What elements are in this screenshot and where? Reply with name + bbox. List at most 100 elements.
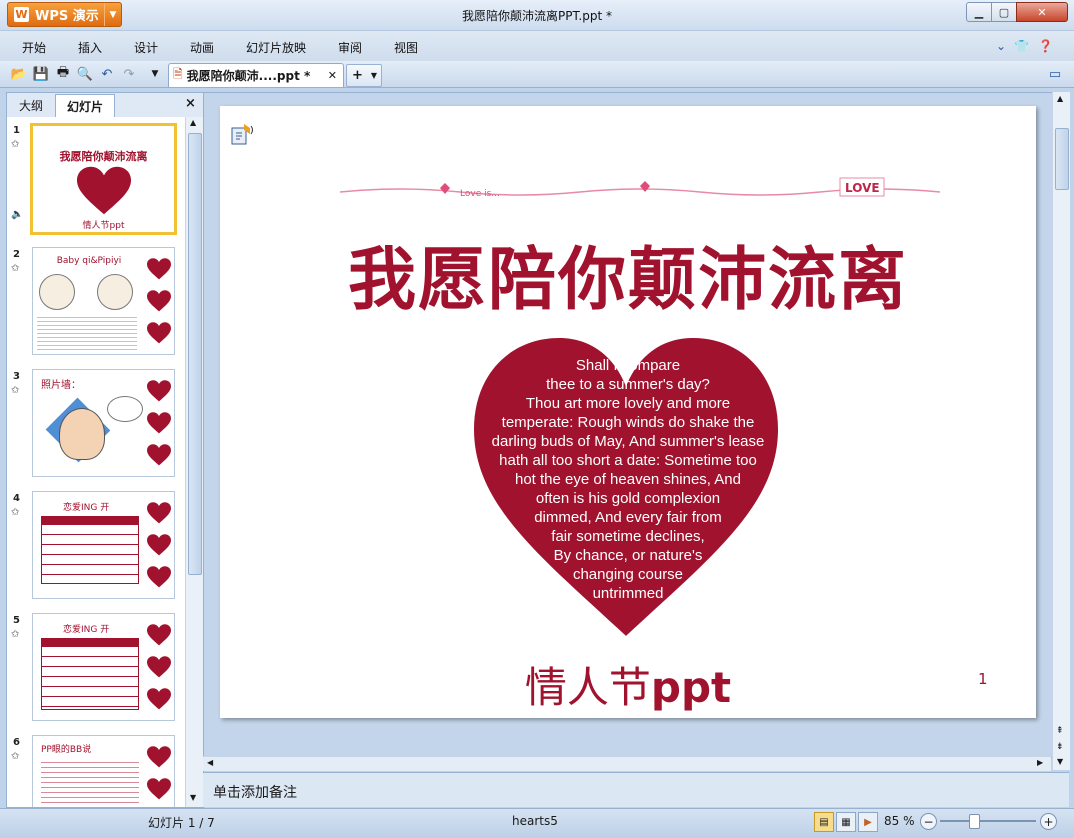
thumbnail-title: Baby qi&Pipiyi <box>56 256 122 266</box>
slideshow-view-button[interactable]: ▶ <box>858 812 878 832</box>
layout-toggle-icon[interactable]: ▭ <box>1046 65 1064 83</box>
slide-thumbnail-2[interactable]: Baby qi&Pipiyi <box>32 247 175 355</box>
heart-icon <box>147 380 171 402</box>
scrollbar-thumb[interactable] <box>188 133 202 575</box>
normal-view-button[interactable]: ▤ <box>814 812 834 832</box>
thumbnail-title: 恋爱ING 开 <box>63 625 110 635</box>
poem-text-box[interactable]: Shall I compare thee to a summer's day? … <box>220 106 1036 718</box>
menu-start[interactable]: 开始 <box>22 39 46 56</box>
zoom-in-button[interactable]: + <box>1040 813 1057 830</box>
zoom-out-button[interactable]: − <box>920 813 937 830</box>
maximize-button[interactable]: ▢ <box>991 2 1017 22</box>
poem-line: untrimmed <box>592 585 664 602</box>
transition-star-icon: ✩ <box>11 629 20 640</box>
slide-thumbnail-3[interactable]: 照片墙： <box>32 369 175 477</box>
theme-name: hearts5 <box>512 814 558 828</box>
notes-pane[interactable]: 单击添加备注 <box>203 772 1069 807</box>
scroll-down-icon[interactable]: ▼ <box>190 793 196 802</box>
menu-design[interactable]: 设计 <box>134 39 158 56</box>
subtitle-chinese: 情人节 <box>524 663 651 712</box>
scroll-left-icon[interactable]: ◀ <box>207 758 213 767</box>
poem-line: fair sometime declines, <box>551 528 705 545</box>
horizontal-scrollbar[interactable]: ◀ ▶ <box>203 756 1051 771</box>
zoom-slider-thumb[interactable] <box>969 814 981 829</box>
thumbnail-title: 照片墙： <box>41 380 81 391</box>
slide-thumbnail-6[interactable]: PP眼的BB说 <box>32 735 175 807</box>
thumbnail-title: PP眼的BB说 <box>41 745 92 755</box>
minimize-button[interactable]: ▁ <box>966 2 992 22</box>
tab-slides[interactable]: 幻灯片 <box>55 94 115 117</box>
text-lines <box>41 758 139 804</box>
help-icon[interactable]: ❓ <box>1038 39 1053 53</box>
thumbnail-title: 恋爱ING 开 <box>63 503 110 513</box>
heart-icon <box>147 322 171 344</box>
heart-icon <box>147 412 171 434</box>
poem-line: Shall I compare <box>575 357 681 374</box>
thumbnail-number: 6 <box>13 737 20 748</box>
customize-toolbar-icon[interactable]: ▼ <box>146 65 164 83</box>
menu-view[interactable]: 视图 <box>394 39 418 56</box>
zoom-level: 85 % <box>884 814 915 828</box>
menu-animation[interactable]: 动画 <box>190 39 214 56</box>
document-tab[interactable]: 🗎 我愿陪你颠沛....ppt * ✕ <box>168 63 344 87</box>
heart-icon <box>147 778 171 800</box>
heart-icon <box>77 166 131 215</box>
next-slide-icon[interactable]: ⇟ <box>1056 742 1064 752</box>
save-icon[interactable]: 💾 <box>32 65 50 83</box>
previous-slide-icon[interactable]: ⇞ <box>1056 726 1064 736</box>
transition-star-icon: ✩ <box>11 751 20 762</box>
heart-icon <box>147 624 171 646</box>
slide-subtitle[interactable]: 情人节ppt <box>220 654 1036 715</box>
scroll-up-icon[interactable]: ▲ <box>190 118 196 127</box>
thumbnail-number: 5 <box>13 615 20 626</box>
redo-icon[interactable]: ↷ <box>120 65 138 83</box>
document-tab-label: 我愿陪你颠沛....ppt * <box>186 69 311 83</box>
thumbnail-number: 2 <box>13 249 20 260</box>
chevron-down-icon: ▼ <box>370 71 377 80</box>
new-tab-button[interactable]: + ▼ <box>346 64 382 87</box>
poem-line: hath all too short a date: Sometime too <box>499 452 757 469</box>
scrollbar-thumb[interactable] <box>1055 128 1069 190</box>
slide-thumbnail-5[interactable]: 恋爱ING 开 <box>32 613 175 721</box>
print-preview-icon[interactable]: 🔍 <box>76 65 94 83</box>
heart-icon <box>147 534 171 556</box>
skin-icon[interactable]: 👕 <box>1014 39 1029 53</box>
menu-review[interactable]: 审阅 <box>338 39 362 56</box>
heart-icon <box>147 502 171 524</box>
poem-line: thee to a summer's day? <box>546 376 710 393</box>
title-bar: W WPS 演示 ▼ 我愿陪你颠沛流离PPT.ppt * ▁ ▢ ✕ <box>0 0 1074 31</box>
open-folder-icon[interactable]: 📂 <box>10 65 28 83</box>
slide-thumbnail-4[interactable]: 恋爱ING 开 <box>32 491 175 599</box>
table-header <box>41 516 139 524</box>
menu-slideshow[interactable]: 幻灯片放映 <box>246 39 306 56</box>
menu-insert[interactable]: 插入 <box>78 39 102 56</box>
collapse-ribbon-icon[interactable]: ⌄ <box>996 39 1006 53</box>
transition-star-icon: ✩ <box>11 385 20 396</box>
vertical-scrollbar[interactable]: ▲ ⇞ ⇟ ▼ <box>1052 92 1070 770</box>
heart-icon <box>147 688 171 710</box>
scroll-right-icon[interactable]: ▶ <box>1037 758 1043 767</box>
speech-bubble <box>107 396 143 422</box>
poem-line: temperate: Rough winds do shake the <box>501 414 755 431</box>
undo-icon[interactable]: ↶ <box>98 65 116 83</box>
current-slide[interactable]: Love is... LOVE 我愿陪你颠沛流离 Shall I compare… <box>220 106 1036 718</box>
slide-sorter-view-button[interactable]: ▦ <box>836 812 856 832</box>
thumbnail-scrollbar[interactable]: ▲ ▼ <box>185 117 203 807</box>
heart-icon <box>147 444 171 466</box>
scroll-up-icon[interactable]: ▲ <box>1057 94 1063 103</box>
slides-panel: 大纲 幻灯片 × 1 ✩ 🔈 我愿陪你颠沛流离 情人节ppt 2 ✩ Baby … <box>6 92 204 808</box>
print-icon[interactable]: 🖶 <box>54 65 72 83</box>
heart-icon <box>147 290 171 312</box>
cartoon-avatar <box>97 274 133 310</box>
close-tab-icon[interactable]: ✕ <box>328 69 337 82</box>
heart-icon <box>147 258 171 280</box>
slide-thumbnail-1[interactable]: 我愿陪你颠沛流离 情人节ppt <box>30 123 177 235</box>
zoom-slider-track[interactable] <box>940 820 1036 822</box>
tab-outline[interactable]: 大纲 <box>9 95 53 115</box>
slide-indicator: 幻灯片 1 / 7 <box>148 816 215 830</box>
scroll-down-icon[interactable]: ▼ <box>1057 757 1063 766</box>
close-window-button[interactable]: ✕ <box>1016 2 1068 22</box>
close-panel-button[interactable]: × <box>185 96 196 111</box>
heart-icon <box>147 656 171 678</box>
poem-line: dimmed, And every fair from <box>534 509 722 526</box>
